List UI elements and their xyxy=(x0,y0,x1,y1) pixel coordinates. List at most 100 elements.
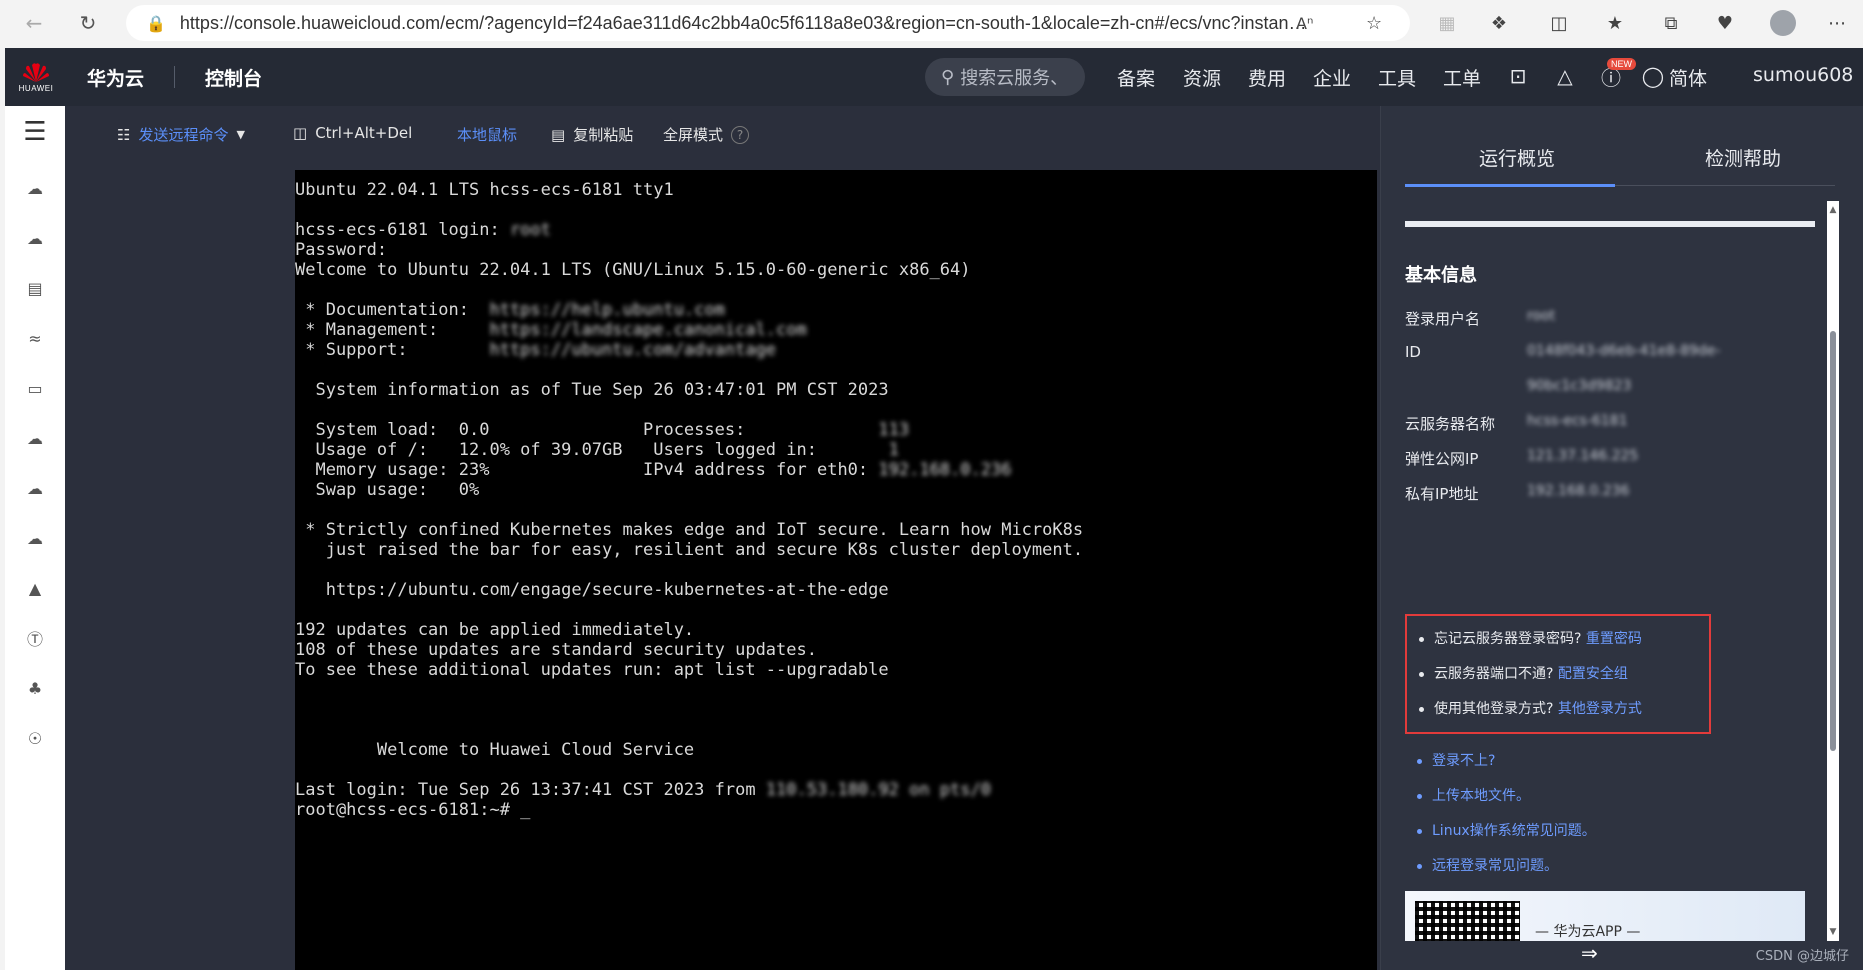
back-icon[interactable]: ← xyxy=(16,5,52,41)
network-icon[interactable]: ≈ xyxy=(21,324,49,352)
panel-scrollbar[interactable]: ▲ ▼ xyxy=(1827,201,1839,941)
terminal-line: hcss-ecs-6181 login: root xyxy=(295,220,551,240)
ctrl-alt-del-button[interactable]: ◫ Ctrl+Alt+Del xyxy=(293,124,412,142)
security-group-link[interactable]: 配置安全组 xyxy=(1558,666,1628,682)
terminal-line: just raised the bar for easy, resilient … xyxy=(295,540,1084,560)
more-icon[interactable]: ⋯ xyxy=(1822,8,1852,38)
cluster-icon[interactable]: ♣ xyxy=(21,674,49,702)
field-value: 90bc1c3d9823 xyxy=(1527,378,1632,394)
panel-content: 基本信息 登录用户名 root ID 0148f043-d6eb-41e8-89… xyxy=(1405,201,1835,941)
help-link-linux-faq[interactable]: Linux操作系统常见问题。 xyxy=(1417,820,1596,840)
help-item: 云服务器端口不通? 配置安全组 xyxy=(1419,663,1628,683)
nav-tools[interactable]: 工具 xyxy=(1378,64,1416,91)
brand-name[interactable]: 华为云 xyxy=(87,64,144,91)
help-link-remote-faq[interactable]: 远程登录常见问题。 xyxy=(1417,855,1558,875)
huawei-logo[interactable]: HUAWEI xyxy=(5,48,67,106)
send-remote-command[interactable]: ☷ 发送远程命令 ▼ xyxy=(117,124,245,145)
redacted-text: root xyxy=(509,220,551,240)
copy-paste-label: 复制粘贴 xyxy=(573,126,634,144)
collapse-panel-icon[interactable]: ⇒ xyxy=(1581,941,1598,965)
cloud-shell-icon[interactable]: ⊡ xyxy=(1504,62,1532,90)
vnc-terminal[interactable]: Ubuntu 22.04.1 LTS hcss-ecs-6181 tty1 hcs… xyxy=(295,170,1377,970)
status-bar xyxy=(1405,221,1815,227)
menu-icon[interactable]: ☰ xyxy=(21,117,49,147)
favorite-star-icon[interactable]: ☆ xyxy=(1366,13,1382,34)
help-link-login-failed[interactable]: 登录不上? xyxy=(1417,750,1495,770)
performance-icon[interactable]: ♥ xyxy=(1710,8,1740,38)
collections-icon[interactable]: ⧉ xyxy=(1656,8,1686,38)
profile-avatar[interactable] xyxy=(1768,8,1798,38)
puzzle-icon[interactable]: ❖ xyxy=(1484,8,1514,38)
scroll-down-icon[interactable]: ▼ xyxy=(1827,927,1839,937)
service-search[interactable]: ⚲ 搜索云服务、 xyxy=(925,58,1085,96)
terminal-line: * Strictly confined Kubernetes makes edg… xyxy=(295,520,1084,540)
nav-tickets[interactable]: 工单 xyxy=(1443,64,1481,91)
reset-password-link[interactable]: 重置密码 xyxy=(1586,631,1642,647)
tab-overview[interactable]: 运行概览 xyxy=(1479,144,1555,171)
scroll-up-icon[interactable]: ▲ xyxy=(1827,205,1839,215)
help-item: 忘记云服务器登录密码? 重置密码 xyxy=(1419,628,1642,648)
scroll-thumb[interactable] xyxy=(1830,331,1836,751)
field-label: 私有IP地址 xyxy=(1405,485,1479,503)
language-switch[interactable]: 简体 xyxy=(1669,64,1707,91)
nav-enterprise[interactable]: 企业 xyxy=(1313,64,1351,91)
app-promo-card[interactable]: — 华为云APP — xyxy=(1405,891,1805,941)
sail-icon[interactable]: ▲ xyxy=(21,574,49,602)
read-aloud-icon[interactable]: Aⁿ xyxy=(1296,14,1313,33)
local-mouse-button[interactable]: 本地鼠标 xyxy=(457,124,517,145)
help-link-upload[interactable]: 上传本地文件。 xyxy=(1417,785,1530,805)
qr-code xyxy=(1415,901,1520,941)
command-icon: ☷ xyxy=(117,125,131,144)
fullscreen-label: 全屏模式 xyxy=(663,126,724,144)
ip-icon[interactable]: Ⓣ xyxy=(21,624,49,652)
address-bar[interactable]: 🔒 https://console.huaweicloud.com/ecm/?a… xyxy=(126,5,1410,41)
terminal-line: root@hcss-ecs-6181:~# _ xyxy=(295,800,531,820)
reload-icon[interactable]: ↻ xyxy=(70,5,106,41)
service-sidebar: ☰ ☁ ☁ ▤ ≈ ▭ ☁ ☁ ☁ ▲ Ⓣ ♣ ☉ xyxy=(5,106,65,970)
storage-icon[interactable]: ▤ xyxy=(21,274,49,302)
extension-icon[interactable]: ▦ xyxy=(1432,8,1462,38)
cloud-monitor-icon[interactable]: ☁ xyxy=(21,524,49,552)
terminal-line: Welcome to Huawei Cloud Service xyxy=(295,740,695,760)
terminal-line: Last login: Tue Sep 26 13:37:41 CST 2023… xyxy=(295,780,991,800)
username[interactable]: sumou608 xyxy=(1753,64,1853,86)
cloud-chat-icon[interactable]: ☁ xyxy=(21,224,49,252)
favorites-icon[interactable]: ★ xyxy=(1600,8,1630,38)
vnc-toolbar: ☷ 发送远程命令 ▼ ◫ Ctrl+Alt+Del 本地鼠标 ▤ 复制粘贴 全屏… xyxy=(65,106,1377,162)
terminal-line: * Support: https://ubuntu.com/advantage xyxy=(295,340,777,360)
web-icon[interactable]: ☉ xyxy=(21,724,49,752)
help-text: 使用其他登录方式? xyxy=(1434,701,1554,717)
split-screen-icon[interactable]: ◫ xyxy=(1544,8,1574,38)
ecs-icon[interactable]: ☁ xyxy=(21,174,49,202)
database-icon[interactable]: ▭ xyxy=(21,374,49,402)
terminal-line: Ubuntu 22.04.1 LTS hcss-ecs-6181 tty1 xyxy=(295,180,674,200)
nav-resources[interactable]: 资源 xyxy=(1183,64,1221,91)
copy-paste-button[interactable]: ▤ 复制粘贴 xyxy=(551,124,633,145)
nav-billing[interactable]: 费用 xyxy=(1248,64,1286,91)
cloud-upload-icon[interactable]: ☁ xyxy=(21,474,49,502)
field-label: 云服务器名称 xyxy=(1405,415,1496,433)
cloud-sync-icon[interactable]: ☁ xyxy=(21,424,49,452)
fullscreen-button[interactable]: 全屏模式 ? xyxy=(663,124,750,145)
bell-icon[interactable]: △ xyxy=(1551,62,1579,90)
field-label: 弹性公网IP xyxy=(1405,450,1479,468)
globe-icon[interactable]: ◯ xyxy=(1639,62,1667,90)
help-text: 云服务器端口不通? xyxy=(1434,666,1554,682)
search-placeholder: 搜索云服务、 xyxy=(960,68,1069,89)
field-value: 0148f043-d6eb-41e8-89de- xyxy=(1527,343,1721,359)
terminal-line: To see these additional updates run: apt… xyxy=(295,660,889,680)
console-header: HUAWEI 华为云 控制台 ⚲ 搜索云服务、 备案 资源 费用 企业 工具 工… xyxy=(5,48,1863,106)
field-value: 121.37.146.225 xyxy=(1527,448,1639,464)
help-circle-icon[interactable]: ? xyxy=(731,125,750,144)
console-title[interactable]: 控制台 xyxy=(205,64,262,91)
tab-help[interactable]: 检测帮助 xyxy=(1705,144,1781,171)
field-value: 192.168.0.236 xyxy=(1527,483,1630,499)
terminal-line: System load: 0.0 Processes: 113 xyxy=(295,420,910,440)
nav-filing[interactable]: 备案 xyxy=(1117,64,1155,91)
other-login-link[interactable]: 其他登录方式 xyxy=(1558,701,1642,717)
info-panel: 运行概览 检测帮助 基本信息 登录用户名 root ID 0148f043-d6… xyxy=(1380,106,1863,970)
